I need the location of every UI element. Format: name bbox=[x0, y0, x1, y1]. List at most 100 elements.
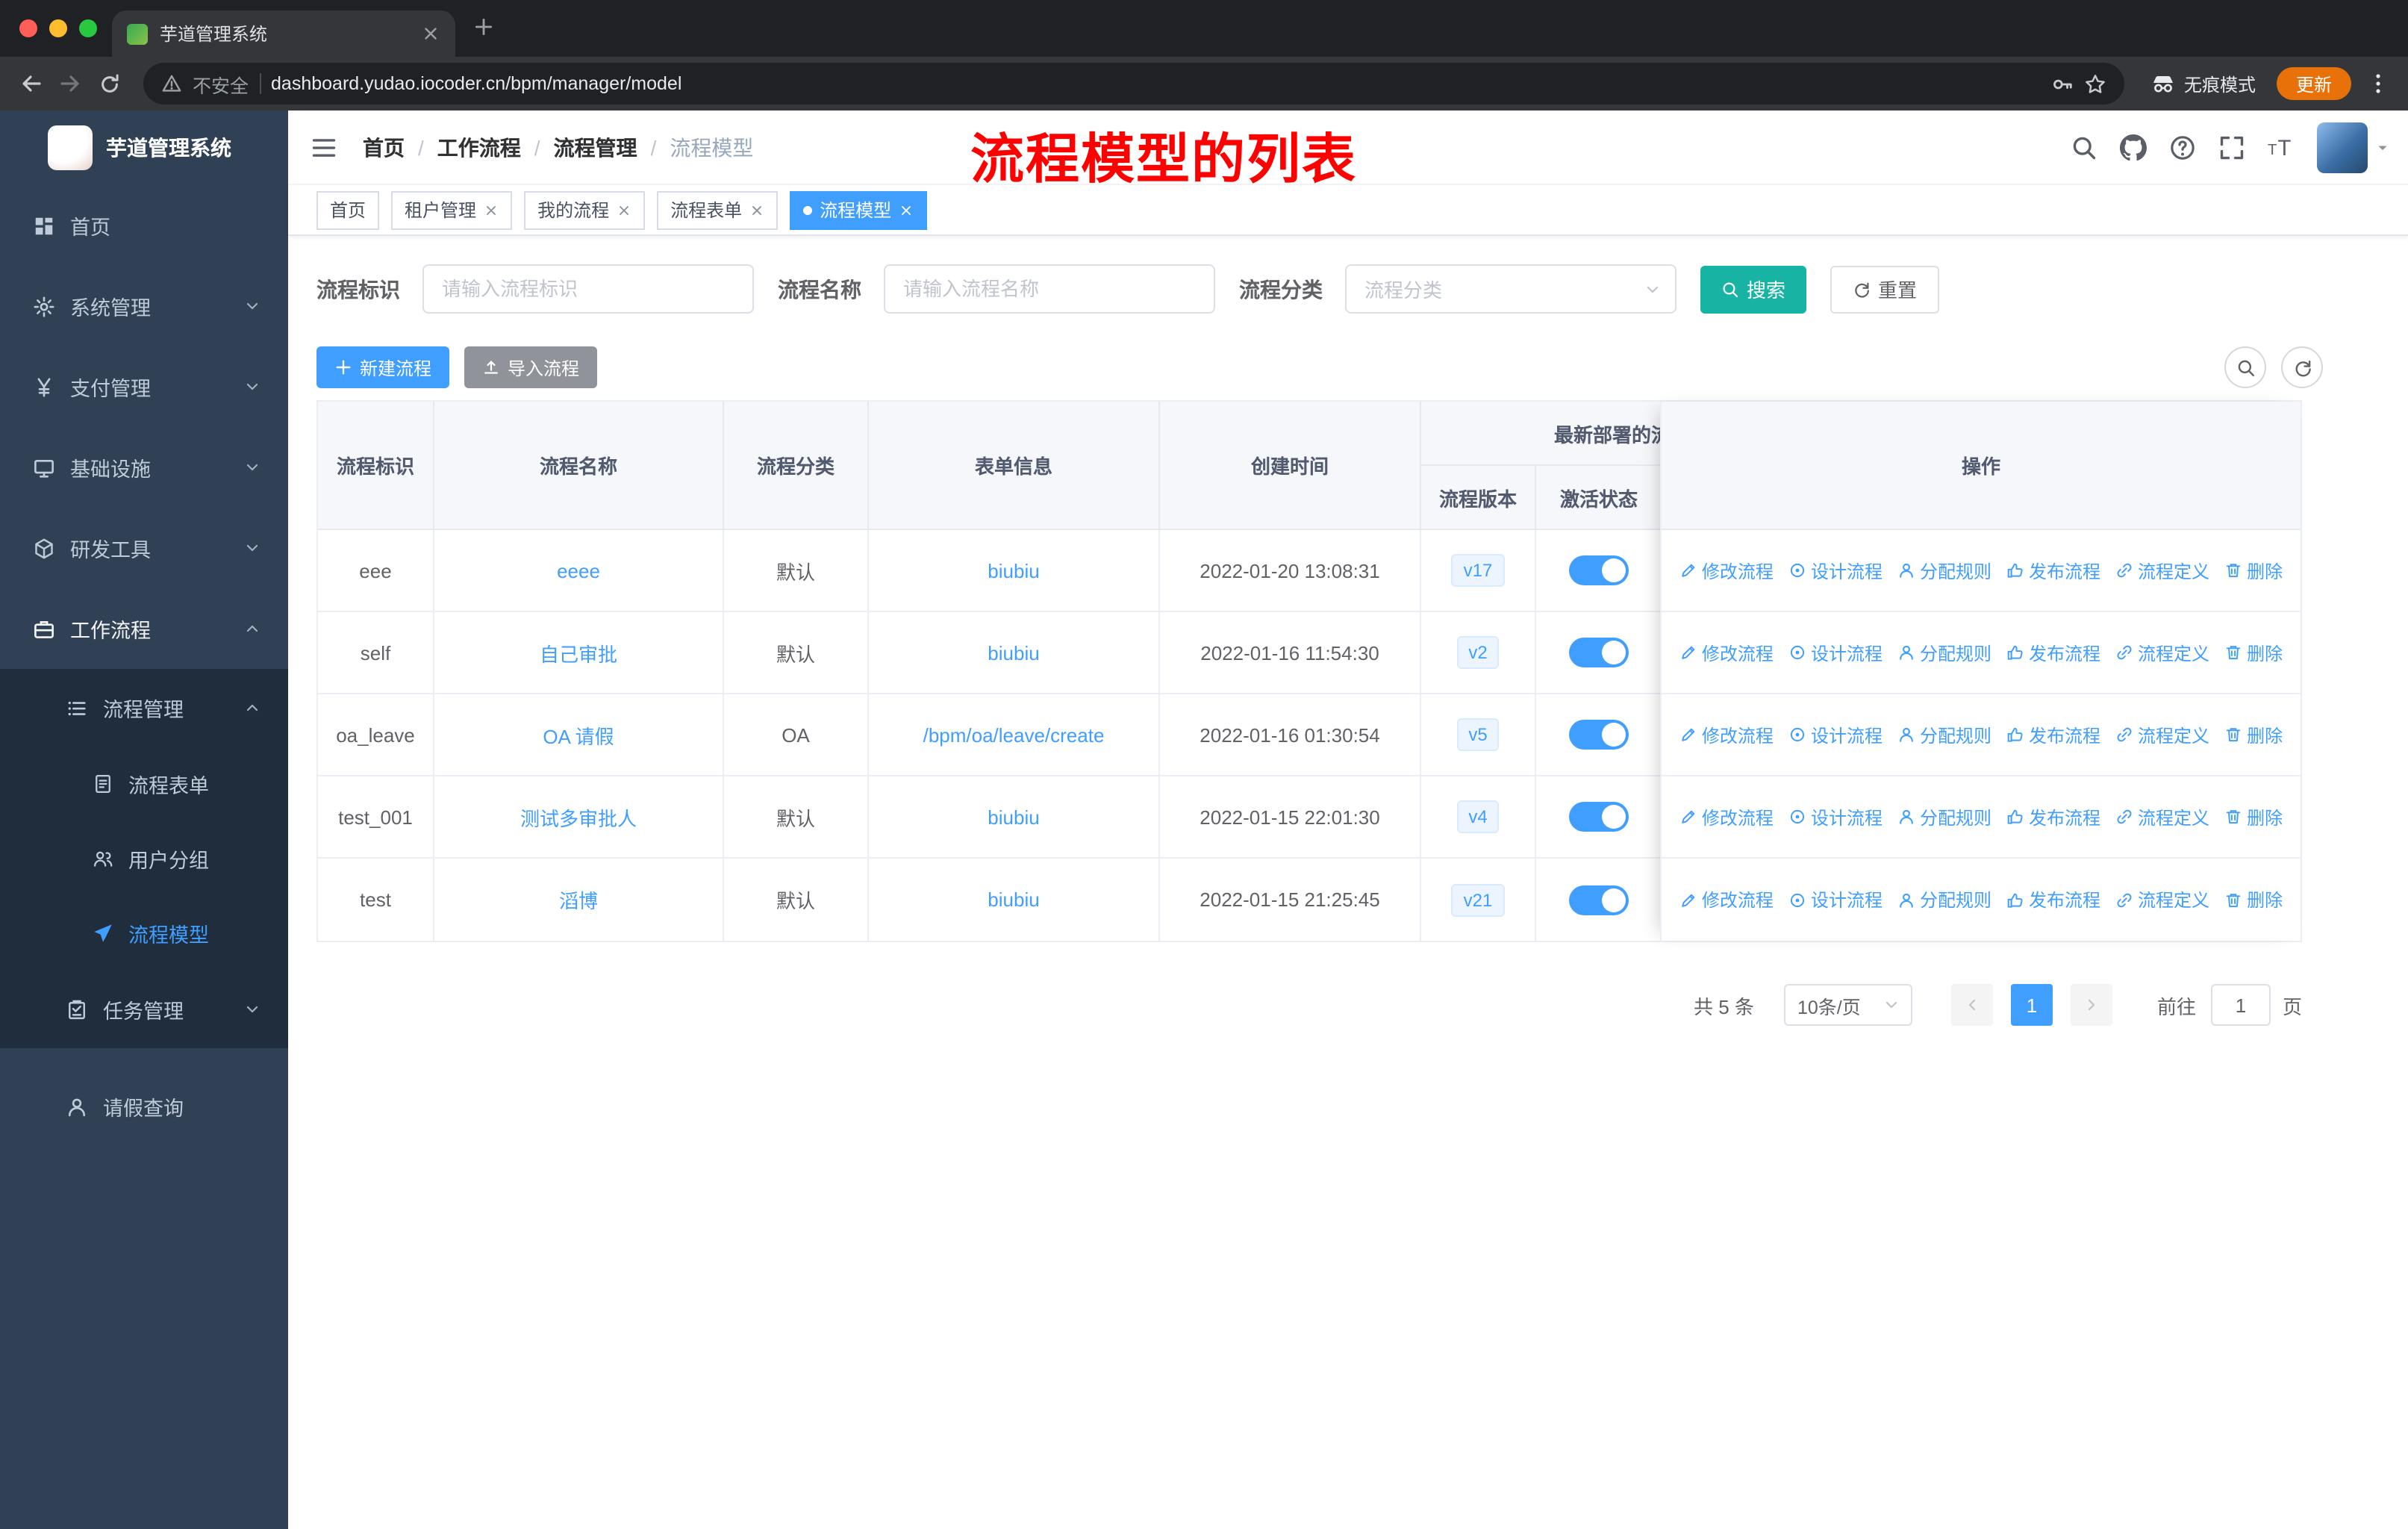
action-design-process[interactable]: 设计流程 bbox=[1788, 887, 1883, 912]
process-name-link[interactable]: 自己审批 bbox=[540, 638, 617, 667]
action-design-process[interactable]: 设计流程 bbox=[1788, 804, 1883, 829]
sidebar-item-process-management[interactable]: 流程管理 bbox=[0, 669, 288, 747]
action-assign-rule[interactable]: 分配规则 bbox=[1897, 804, 1991, 829]
user-menu[interactable] bbox=[2317, 122, 2390, 173]
breadcrumb-link[interactable]: 流程管理 bbox=[554, 132, 637, 162]
action-process-definition[interactable]: 流程定义 bbox=[2115, 558, 2209, 583]
action-process-definition[interactable]: 流程定义 bbox=[2115, 722, 2209, 747]
tag-process-model[interactable]: 流程模型 bbox=[790, 190, 928, 229]
sidebar-item-workflow[interactable]: 工作流程 bbox=[0, 588, 288, 669]
new-tab-button[interactable] bbox=[473, 16, 494, 37]
action-design-process[interactable]: 设计流程 bbox=[1788, 722, 1883, 747]
action-edit-process[interactable]: 修改流程 bbox=[1679, 887, 1774, 912]
active-toggle[interactable] bbox=[1569, 555, 1629, 585]
process-name-link[interactable]: 测试多审批人 bbox=[520, 803, 637, 831]
process-name-link[interactable]: 滔博 bbox=[559, 885, 598, 914]
active-toggle[interactable] bbox=[1569, 885, 1629, 915]
page-number-current[interactable]: 1 bbox=[2010, 984, 2053, 1026]
action-delete[interactable]: 删除 bbox=[2224, 558, 2283, 583]
traffic-light-zoom[interactable] bbox=[79, 19, 97, 37]
next-page-button[interactable] bbox=[2070, 984, 2112, 1026]
process-category-select[interactable]: 流程分类 bbox=[1345, 264, 1676, 314]
breadcrumb-link[interactable]: 工作流程 bbox=[437, 132, 521, 162]
page-size-select[interactable]: 10条/页 bbox=[1783, 984, 1912, 1026]
action-delete[interactable]: 删除 bbox=[2224, 640, 2283, 665]
sidebar-item-infrastructure[interactable]: 基础设施 bbox=[0, 427, 288, 508]
action-assign-rule[interactable]: 分配规则 bbox=[1897, 722, 1991, 747]
action-assign-rule[interactable]: 分配规则 bbox=[1897, 558, 1991, 583]
active-toggle[interactable] bbox=[1569, 720, 1629, 750]
traffic-light-minimize[interactable] bbox=[49, 19, 67, 37]
process-name-link[interactable]: OA 请假 bbox=[543, 720, 614, 749]
action-edit-process[interactable]: 修改流程 bbox=[1679, 804, 1774, 829]
sidebar-item-payment[interactable]: 支付管理 bbox=[0, 346, 288, 427]
action-publish-process[interactable]: 发布流程 bbox=[2006, 722, 2100, 747]
action-publish-process[interactable]: 发布流程 bbox=[2006, 558, 2100, 583]
action-assign-rule[interactable]: 分配规则 bbox=[1897, 640, 1991, 665]
forward-icon[interactable] bbox=[51, 64, 90, 103]
process-name-input[interactable] bbox=[884, 264, 1215, 314]
form-info-link[interactable]: biubiu bbox=[988, 806, 1039, 828]
tag-home[interactable]: 首页 bbox=[316, 190, 380, 229]
close-icon[interactable] bbox=[617, 202, 631, 217]
goto-page-input[interactable] bbox=[2210, 984, 2271, 1026]
key-icon[interactable] bbox=[2051, 72, 2074, 95]
sidebar-item-task-management[interactable]: 任务管理 bbox=[0, 971, 288, 1048]
prev-page-button[interactable] bbox=[1950, 984, 1993, 1026]
tag-my-process[interactable]: 我的流程 bbox=[524, 190, 646, 229]
process-name-link[interactable]: eeee bbox=[557, 559, 600, 582]
fullscreen-icon[interactable] bbox=[2218, 134, 2245, 161]
chrome-update-button[interactable]: 更新 bbox=[2276, 67, 2351, 100]
form-info-link[interactable]: /bpm/oa/leave/create bbox=[923, 723, 1105, 746]
incognito-indicator[interactable]: 无痕模式 bbox=[2151, 71, 2256, 96]
toggle-search-button[interactable] bbox=[2224, 346, 2266, 388]
import-process-button[interactable]: 导入流程 bbox=[464, 346, 598, 388]
action-publish-process[interactable]: 发布流程 bbox=[2006, 640, 2100, 665]
action-design-process[interactable]: 设计流程 bbox=[1788, 640, 1883, 665]
form-info-link[interactable]: biubiu bbox=[988, 888, 1039, 911]
action-process-definition[interactable]: 流程定义 bbox=[2115, 640, 2209, 665]
action-design-process[interactable]: 设计流程 bbox=[1788, 558, 1883, 583]
action-process-definition[interactable]: 流程定义 bbox=[2115, 804, 2209, 829]
close-icon[interactable] bbox=[484, 202, 499, 217]
sidebar-item-process-form[interactable]: 流程表单 bbox=[0, 747, 288, 821]
active-toggle[interactable] bbox=[1569, 638, 1629, 667]
action-delete[interactable]: 删除 bbox=[2224, 722, 2283, 747]
active-toggle[interactable] bbox=[1569, 802, 1629, 832]
close-icon[interactable] bbox=[749, 202, 764, 217]
action-process-definition[interactable]: 流程定义 bbox=[2115, 887, 2209, 912]
bookmark-star-icon[interactable] bbox=[2084, 72, 2106, 95]
reload-icon[interactable] bbox=[90, 64, 128, 103]
action-publish-process[interactable]: 发布流程 bbox=[2006, 804, 2100, 829]
action-assign-rule[interactable]: 分配规则 bbox=[1897, 887, 1991, 912]
reset-button[interactable]: 重置 bbox=[1830, 265, 1940, 313]
action-delete[interactable]: 删除 bbox=[2224, 887, 2283, 912]
sidebar-item-system[interactable]: 系统管理 bbox=[0, 266, 288, 346]
help-icon[interactable] bbox=[2169, 134, 2196, 161]
browser-tab[interactable]: 芋道管理系统 bbox=[112, 10, 455, 57]
form-info-link[interactable]: biubiu bbox=[988, 641, 1039, 664]
sidebar-item-user-group[interactable]: 用户分组 bbox=[0, 821, 288, 896]
action-publish-process[interactable]: 发布流程 bbox=[2006, 887, 2100, 912]
breadcrumb-link[interactable]: 首页 bbox=[363, 132, 405, 162]
form-info-link[interactable]: biubiu bbox=[988, 559, 1039, 582]
create-process-button[interactable]: 新建流程 bbox=[316, 346, 450, 388]
tab-close-icon[interactable] bbox=[421, 24, 440, 43]
sidebar-item-devtools[interactable]: 研发工具 bbox=[0, 508, 288, 588]
back-icon[interactable] bbox=[12, 64, 51, 103]
address-bar[interactable]: 不安全 dashboard.yudao.iocoder.cn/bpm/manag… bbox=[143, 63, 2124, 105]
github-icon[interactable] bbox=[2120, 134, 2147, 161]
sidebar-collapse-icon[interactable] bbox=[288, 134, 360, 161]
browser-menu-icon[interactable] bbox=[2366, 72, 2390, 96]
action-edit-process[interactable]: 修改流程 bbox=[1679, 722, 1774, 747]
action-edit-process[interactable]: 修改流程 bbox=[1679, 640, 1774, 665]
sidebar-item-process-model[interactable]: 流程模型 bbox=[0, 896, 288, 971]
search-icon[interactable] bbox=[2071, 134, 2097, 161]
process-id-input[interactable] bbox=[422, 264, 754, 314]
sidebar-item-leave-query[interactable]: 请假查询 bbox=[0, 1068, 184, 1145]
search-button[interactable]: 搜索 bbox=[1700, 265, 1807, 313]
font-size-icon[interactable] bbox=[2268, 134, 2295, 161]
tag-process-form[interactable]: 流程表单 bbox=[657, 190, 779, 229]
sidebar-item-home[interactable]: 首页 bbox=[0, 185, 288, 266]
tag-tenant-management[interactable]: 租户管理 bbox=[391, 190, 513, 229]
